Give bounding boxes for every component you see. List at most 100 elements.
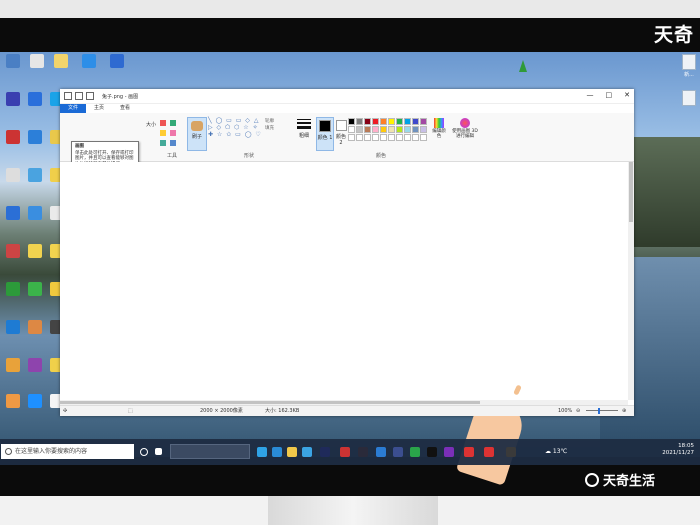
- edge-icon[interactable]: [257, 447, 267, 457]
- drawing-canvas[interactable]: [60, 162, 628, 486]
- palette-color-swatch[interactable]: [348, 118, 355, 125]
- desktop-icon[interactable]: [76, 54, 102, 69]
- palette-color-swatch[interactable]: [388, 126, 395, 133]
- app-icon[interactable]: [376, 447, 386, 457]
- browser-icon[interactable]: [272, 447, 282, 457]
- palette-color-swatch[interactable]: [356, 134, 363, 141]
- weather-widget[interactable]: ☁ 13℃: [545, 448, 567, 455]
- paint3d-button[interactable]: 使用画图 3D 进行编辑: [451, 117, 479, 139]
- vertical-scrollbar[interactable]: [628, 162, 634, 400]
- palette-color-swatch[interactable]: [396, 126, 403, 133]
- zoom-slider[interactable]: [586, 410, 618, 411]
- desktop-icon[interactable]: [0, 54, 26, 69]
- palette-color-swatch[interactable]: [348, 126, 355, 133]
- color1-button[interactable]: 颜色 1: [316, 117, 334, 151]
- eraser-icon[interactable]: [169, 130, 176, 136]
- wechat-icon[interactable]: [410, 447, 420, 457]
- palette-color-swatch[interactable]: [388, 118, 395, 125]
- tab-home[interactable]: 主页: [86, 104, 112, 113]
- top-bar: [0, 0, 700, 18]
- desktop-icon[interactable]: [48, 54, 74, 69]
- app-icon[interactable]: [393, 447, 403, 457]
- task-view-icon[interactable]: [140, 448, 148, 456]
- size-button[interactable]: 粗细: [293, 117, 315, 149]
- wps-icon[interactable]: [464, 447, 474, 457]
- app-icon[interactable]: [340, 447, 350, 457]
- palette-color-swatch[interactable]: [380, 126, 387, 133]
- minimize-button[interactable]: —: [587, 91, 594, 99]
- palette-color-swatch[interactable]: [420, 126, 427, 133]
- app-icon[interactable]: [444, 447, 454, 457]
- palette-color-swatch[interactable]: [412, 134, 419, 141]
- palette-color-swatch[interactable]: [380, 118, 387, 125]
- magnifier-icon[interactable]: [169, 140, 176, 146]
- pencil-icon[interactable]: [160, 120, 166, 126]
- outline-option[interactable]: 轮廓: [265, 118, 274, 125]
- brushes-button[interactable]: 刷子: [187, 117, 207, 151]
- image-fragment: [513, 384, 522, 396]
- palette-color-swatch[interactable]: [412, 118, 419, 125]
- desktop-icon-right[interactable]: [681, 90, 697, 107]
- zoom-out-button[interactable]: ⊖: [576, 406, 580, 416]
- fill-icon[interactable]: [169, 120, 176, 126]
- palette-color-swatch[interactable]: [356, 118, 363, 125]
- palette-color-swatch[interactable]: [420, 118, 427, 125]
- palette-color-swatch[interactable]: [412, 126, 419, 133]
- fill-option[interactable]: 填充: [265, 125, 274, 132]
- palette-color-swatch[interactable]: [364, 126, 371, 133]
- maximize-button[interactable]: □: [606, 91, 613, 99]
- palette-color-swatch[interactable]: [396, 118, 403, 125]
- undo-icon[interactable]: [75, 92, 83, 100]
- tab-view[interactable]: 查看: [112, 104, 138, 113]
- color2-button[interactable]: 颜色 2: [334, 117, 348, 149]
- text-icon[interactable]: [160, 130, 166, 136]
- clock-date: 2021/11/27: [662, 450, 694, 456]
- desktop-icon[interactable]: [104, 54, 130, 69]
- app-icon[interactable]: [484, 447, 494, 457]
- redo-icon[interactable]: [86, 92, 94, 100]
- desktop-icon-right[interactable]: 新...: [681, 54, 697, 78]
- palette-color-swatch[interactable]: [372, 118, 379, 125]
- browser-search-box[interactable]: [170, 444, 250, 459]
- photoshop-icon[interactable]: [320, 447, 330, 457]
- save-icon[interactable]: [64, 92, 72, 100]
- close-button[interactable]: ✕: [624, 91, 630, 99]
- quick-access-toolbar: [64, 92, 94, 100]
- tab-file[interactable]: 文件: [60, 104, 87, 113]
- zoom-in-button[interactable]: ⊕: [622, 406, 626, 416]
- brush-label: 刷子: [191, 134, 202, 140]
- paint3d-label: 使用画图 3D 进行编辑: [452, 129, 478, 139]
- palette-color-swatch[interactable]: [372, 126, 379, 133]
- watermark-top-right: 天奇: [653, 24, 694, 46]
- palette-color-swatch[interactable]: [348, 134, 355, 141]
- paint3d-icon: [460, 118, 470, 128]
- edit-colors-button[interactable]: 编辑颜色: [432, 117, 446, 139]
- palette-color-swatch[interactable]: [388, 134, 395, 141]
- app-icon[interactable]: [427, 447, 437, 457]
- palette-color-swatch[interactable]: [356, 126, 363, 133]
- app-icon[interactable]: [358, 447, 368, 457]
- desktop-icon[interactable]: [24, 54, 50, 69]
- resize-label[interactable]: 大小: [146, 121, 156, 128]
- app-icon[interactable]: [506, 447, 516, 457]
- store-icon[interactable]: [302, 447, 312, 457]
- zoom-slider-thumb[interactable]: [598, 408, 600, 414]
- palette-color-swatch[interactable]: [420, 134, 427, 141]
- palette-color-swatch[interactable]: [364, 118, 371, 125]
- palette-color-swatch[interactable]: [372, 134, 379, 141]
- tooltip-title: 画图: [75, 144, 84, 149]
- window-title: 兔子.png - 画图: [102, 93, 139, 100]
- palette-color-swatch[interactable]: [396, 134, 403, 141]
- widgets-icon[interactable]: [155, 448, 162, 455]
- taskbar-search[interactable]: 在这里输入你要搜索的内容: [1, 444, 134, 459]
- palette-color-swatch[interactable]: [404, 118, 411, 125]
- system-clock[interactable]: 18:05 2021/11/27: [662, 443, 694, 457]
- palette-color-swatch[interactable]: [364, 134, 371, 141]
- file-explorer-icon[interactable]: [287, 447, 297, 457]
- palette-color-swatch[interactable]: [380, 134, 387, 141]
- palette-color-swatch[interactable]: [404, 134, 411, 141]
- palette-color-swatch[interactable]: [404, 126, 411, 133]
- shapes-gallery[interactable]: ╲ ◯ ▭ ▭ ◇ △ ▷ ◇ ⬠ ⬡ ☆ ✧ ✚ ☆ ✩ ▭ ◯ ♡: [208, 117, 264, 145]
- watermark-bottom-right: 天奇生活: [585, 470, 655, 489]
- color-picker-icon[interactable]: [160, 140, 166, 146]
